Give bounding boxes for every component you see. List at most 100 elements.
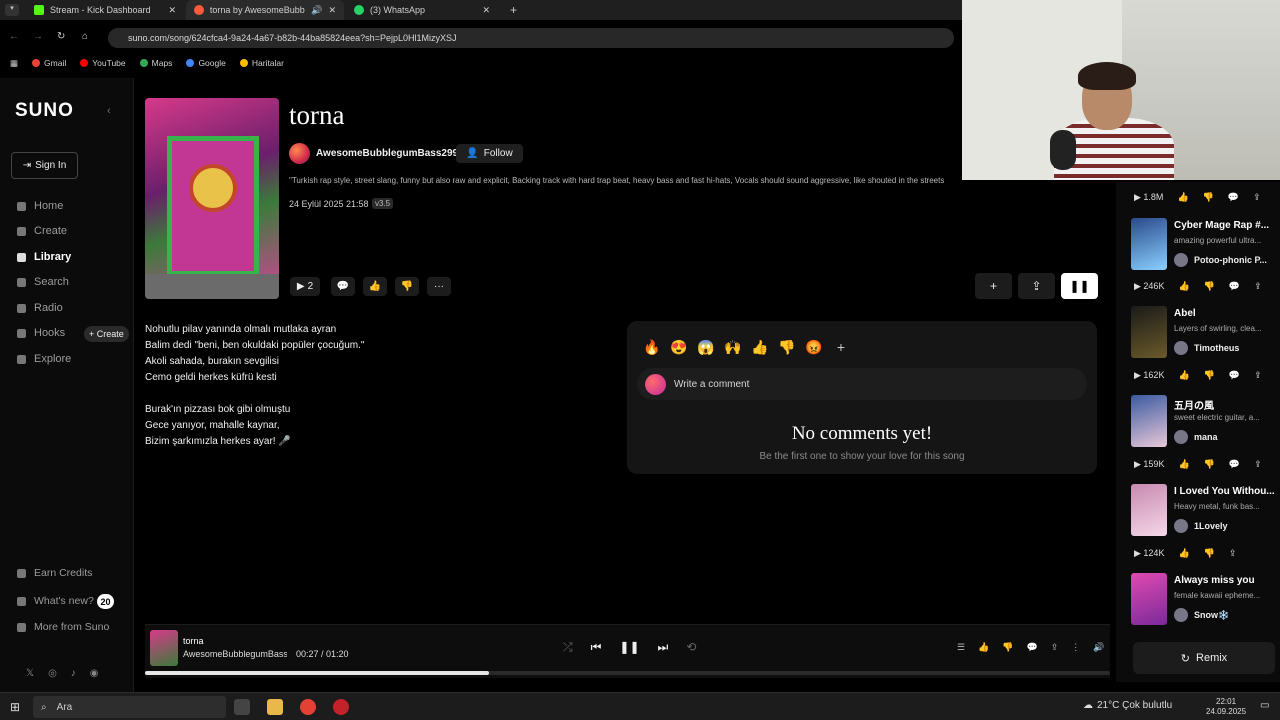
volume-icon[interactable]: 🔊 [1093,642,1104,653]
play-count[interactable]: ▶ 124K [1134,548,1164,559]
nav-more-from-suno[interactable]: More from Suno [17,619,109,635]
feed-item[interactable]: Cyber Mage Rap #... amazing powerful ult… [1131,218,1279,274]
home-icon[interactable]: ⌂ [82,31,88,42]
heart-eyes-emoji-button[interactable]: 😍 [670,339,688,356]
file-explorer-icon[interactable] [267,699,283,715]
like-icon[interactable]: 👍 [1178,281,1189,292]
thumbs-up-icon[interactable]: 👍 [978,642,989,653]
windows-start-icon[interactable]: ⊞ [10,700,20,714]
shuffle-icon[interactable]: ⤮ [563,640,573,655]
comment-icon[interactable]: 💬 [1027,642,1038,653]
more-options-button[interactable]: ··· [427,277,451,296]
nav-earn-credits[interactable]: Earn Credits [17,565,92,581]
dislike-icon[interactable]: 👎 [1204,459,1215,470]
raised-hands-emoji-button[interactable]: 🙌 [724,339,742,356]
share-icon[interactable]: ⇪ [1229,548,1237,559]
comment-icon[interactable]: 💬 [1229,370,1240,381]
angry-emoji-button[interactable]: 😡 [805,339,823,356]
more-emoji-button[interactable]: + [832,339,850,356]
pause-button[interactable]: ❚❚ [1061,273,1098,299]
bookmark-youtube[interactable]: YouTube [80,58,126,68]
play-count[interactable]: ▶ 1.8M [1134,192,1163,203]
close-tab-icon[interactable]: ✕ [168,5,176,16]
tiktok-icon[interactable]: ♪ [71,668,76,679]
previous-icon[interactable]: ⏮ [591,640,602,655]
dislike-icon[interactable]: 👎 [1204,281,1215,292]
feed-user[interactable]: Snow❄️ [1174,608,1229,622]
forward-icon[interactable]: → [33,31,43,42]
discord-icon[interactable]: ◉ [90,668,99,679]
sign-in-button[interactable]: ⇥ Sign In [11,152,78,179]
feed-item[interactable]: Abel Layers of swirling, clea... Timothe… [1131,306,1279,362]
feed-item[interactable]: Always miss you female kawaii epheme... … [1131,573,1279,629]
share-icon[interactable]: ⇪ [1253,192,1261,203]
play-count[interactable]: ▶ 162K [1134,370,1164,381]
thumbs-up-emoji-button[interactable]: 👍 [751,339,769,356]
dislike-icon[interactable]: 👎 [1204,370,1215,381]
tab-kick-dashboard[interactable]: Stream - Kick Dashboard ✕ [26,0,184,20]
play-count[interactable]: ▶ 159K [1134,459,1164,470]
more-vertical-icon[interactable]: ⋮ [1071,642,1080,653]
bookmark-google[interactable]: Google [186,58,226,68]
artist-avatar[interactable] [289,143,310,164]
pause-icon[interactable]: ❚❚ [619,640,639,655]
share-icon[interactable]: ⇪ [1051,642,1059,653]
suno-logo[interactable]: SUNO [15,100,74,122]
nav-home[interactable]: Home [17,198,63,214]
queue-icon[interactable]: ☰ [957,642,965,653]
dislike-icon[interactable]: 👎 [1204,548,1215,559]
repeat-icon[interactable]: ⟲ [686,640,696,655]
taskbar-search[interactable]: ⌕ Ara [33,696,226,718]
hooks-create-button[interactable]: + Create [84,326,129,342]
like-icon[interactable]: 👍 [1178,548,1189,559]
comment-button[interactable]: 💬 [331,277,355,296]
progress-track[interactable] [145,671,1110,675]
reload-icon[interactable]: ↻ [57,31,65,42]
nav-library[interactable]: Library [17,249,71,265]
collapse-sidebar-icon[interactable]: ‹ [107,105,111,117]
player-artist[interactable]: AwesomeBubblegumBass2991 [183,649,287,659]
thumbs-down-emoji-button[interactable]: 👎 [778,339,796,356]
task-view-icon[interactable] [234,699,250,715]
url-field[interactable]: suno.com/song/624cfca4-9a24-4a67-b82b-44… [108,28,954,48]
comment-icon[interactable]: 💬 [1229,281,1240,292]
like-button[interactable]: 👍 [363,277,387,296]
obs-icon[interactable] [333,699,349,715]
nav-hooks[interactable]: Hooks [17,325,65,341]
play-count[interactable]: ▶ 246K [1134,281,1164,292]
tab-list-button[interactable]: ▾ [5,4,19,16]
tab-whatsapp[interactable]: (3) WhatsApp ✕ [346,0,498,20]
like-icon[interactable]: 👍 [1178,370,1189,381]
like-icon[interactable]: 👍 [1177,192,1188,203]
player-title[interactable]: torna [183,636,204,646]
speaker-icon[interactable]: 🔊 [311,5,322,16]
new-tab-button[interactable]: + [510,3,517,17]
share-icon[interactable]: ⇪ [1254,281,1262,292]
chrome-icon[interactable] [300,699,316,715]
share-button[interactable]: ⇪ [1018,273,1055,299]
next-icon[interactable]: ⏭ [658,640,669,655]
x-icon[interactable]: 𝕏 [26,668,34,679]
instagram-icon[interactable]: ◎ [48,668,57,679]
artist-name[interactable]: AwesomeBubblegumBass2991 [316,148,464,159]
close-tab-icon[interactable]: ✕ [482,5,490,16]
player-thumbnail[interactable] [150,630,178,666]
like-icon[interactable]: 👍 [1178,459,1189,470]
feed-item[interactable]: I Loved You Withou... Heavy metal, funk … [1131,484,1279,540]
dislike-button[interactable]: 👎 [395,277,419,296]
feed-item[interactable]: 五月の風 sweet electric guitar, a... mana [1131,395,1279,451]
comment-input[interactable]: Write a comment [637,368,1087,400]
back-icon[interactable]: ← [9,31,19,42]
remix-button[interactable]: ↻ Remix [1133,642,1275,674]
nav-search[interactable]: Search [17,274,69,290]
comment-icon[interactable]: 💬 [1229,459,1240,470]
add-to-playlist-button[interactable]: + [975,273,1012,299]
feed-user[interactable]: Timotheus [1174,341,1239,355]
thumbs-down-icon[interactable]: 👎 [1002,642,1013,653]
scream-emoji-button[interactable]: 😱 [697,339,715,356]
close-tab-icon[interactable]: ✕ [328,5,336,16]
feed-user[interactable]: Potoo-phonic P... [1174,253,1267,267]
nav-radio[interactable]: Radio [17,300,63,316]
bookmark-haritalar[interactable]: Haritalar [239,58,284,68]
comment-icon[interactable]: 💬 [1228,192,1239,203]
